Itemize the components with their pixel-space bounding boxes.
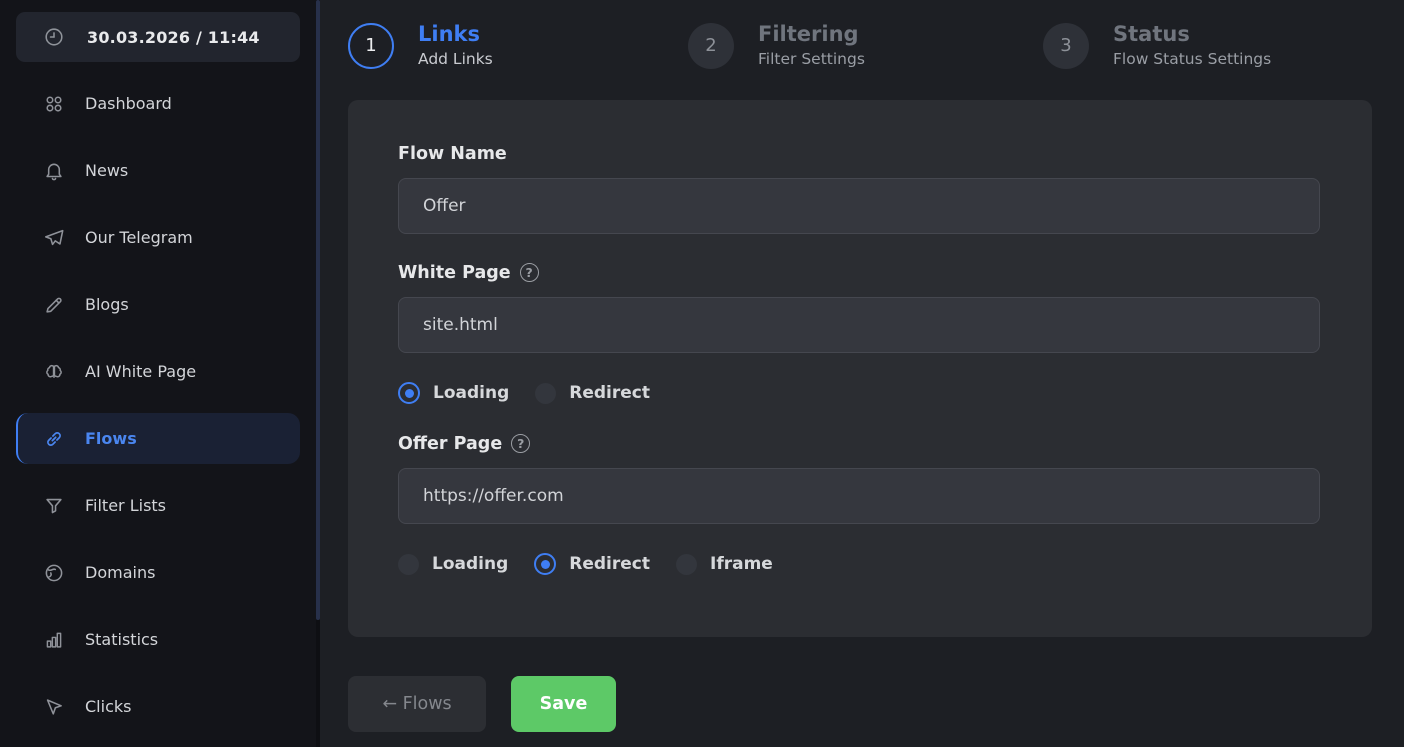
white-page-input[interactable]: [398, 297, 1320, 353]
white-page-mode-group: Loading Redirect: [398, 381, 1320, 405]
datetime-badge: 30.03.2026 / 11:44: [16, 12, 300, 62]
sidebar-item-news[interactable]: News: [16, 145, 300, 196]
radio-button[interactable]: [534, 553, 556, 575]
main-content: 1 Links Add Links 2 Filtering Filter Set…: [320, 0, 1404, 747]
radio-label: Loading: [433, 383, 509, 403]
clock-icon: [43, 26, 65, 48]
offer-page-mode-loading[interactable]: Loading: [398, 554, 508, 575]
step-title: Status: [1113, 22, 1271, 46]
sidebar-item-label: Flows: [85, 429, 137, 448]
radio-label: Iframe: [710, 554, 773, 574]
filter-lists-icon: [43, 495, 65, 517]
step-subtitle: Flow Status Settings: [1113, 49, 1271, 69]
step-title: Filtering: [758, 22, 865, 46]
telegram-icon: [43, 227, 65, 249]
statistics-icon: [43, 629, 65, 651]
radio-button[interactable]: [535, 383, 556, 404]
sidebar-item-label: AI White Page: [85, 362, 196, 381]
radio-dot: [541, 560, 550, 569]
sidebar-item-clicks[interactable]: Clicks: [16, 681, 300, 732]
sidebar: 30.03.2026 / 11:44 Dashboard News Our Te…: [0, 0, 320, 747]
offer-page-input[interactable]: [398, 468, 1320, 524]
sidebar-item-label: Statistics: [85, 630, 158, 649]
flow-name-label-text: Flow Name: [398, 144, 507, 164]
radio-label: Loading: [432, 554, 508, 574]
step-number-badge: 3: [1043, 23, 1089, 69]
step-title: Links: [418, 22, 493, 46]
sidebar-item-label: Blogs: [85, 295, 129, 314]
sidebar-item-statistics[interactable]: Statistics: [16, 614, 300, 665]
sidebar-item-dashboard[interactable]: Dashboard: [16, 78, 300, 129]
blogs-icon: [43, 294, 65, 316]
stepper-step-links[interactable]: 1 Links Add Links: [348, 22, 493, 69]
sidebar-item-label: News: [85, 161, 128, 180]
dashboard-icon: [43, 93, 65, 115]
flow-name-input[interactable]: [398, 178, 1320, 234]
white-page-label: White Page ?: [398, 262, 1320, 283]
sidebar-item-filter-lists[interactable]: Filter Lists: [16, 480, 300, 531]
radio-button[interactable]: [398, 554, 419, 575]
footer-actions: ← Flows Save: [348, 676, 616, 732]
radio-label: Redirect: [569, 554, 650, 574]
offer-page-mode-redirect[interactable]: Redirect: [534, 553, 650, 575]
save-button[interactable]: Save: [511, 676, 616, 732]
stepper-step-filtering[interactable]: 2 Filtering Filter Settings: [688, 22, 865, 69]
sidebar-item-label: Domains: [85, 563, 155, 582]
domains-icon: [43, 562, 65, 584]
step-subtitle: Filter Settings: [758, 49, 865, 69]
links-form-card: Flow Name White Page ? Loading Redirect: [348, 100, 1372, 637]
flow-name-label: Flow Name: [398, 143, 1320, 164]
stepper-step-status[interactable]: 3 Status Flow Status Settings: [1043, 22, 1271, 69]
datetime-text: 30.03.2026 / 11:44: [87, 28, 260, 47]
sidebar-item-label: Clicks: [85, 697, 131, 716]
offer-page-help-icon[interactable]: ?: [511, 434, 530, 453]
offer-page-label: Offer Page ?: [398, 433, 1320, 454]
news-icon: [43, 160, 65, 182]
sidebar-item-flows[interactable]: Flows: [16, 413, 300, 464]
step-subtitle: Add Links: [418, 49, 493, 69]
sidebar-item-blogs[interactable]: Blogs: [16, 279, 300, 330]
radio-dot: [405, 389, 414, 398]
app: 30.03.2026 / 11:44 Dashboard News Our Te…: [0, 0, 1404, 747]
offer-page-mode-group: Loading Redirect Iframe: [398, 552, 1320, 576]
sidebar-nav: Dashboard News Our Telegram Blogs: [0, 62, 320, 732]
ai-white-page-icon: [43, 361, 65, 383]
step-number-badge: 1: [348, 23, 394, 69]
flows-icon: [43, 428, 65, 450]
back-to-flows-button[interactable]: ← Flows: [348, 676, 486, 732]
offer-page-label-text: Offer Page: [398, 434, 502, 454]
radio-button[interactable]: [398, 382, 420, 404]
radio-label: Redirect: [569, 383, 650, 403]
sidebar-item-label: Our Telegram: [85, 228, 193, 247]
sidebar-item-domains[interactable]: Domains: [16, 547, 300, 598]
sidebar-item-ai-white-page[interactable]: AI White Page: [16, 346, 300, 397]
clicks-icon: [43, 696, 65, 718]
sidebar-item-label: Filter Lists: [85, 496, 166, 515]
white-page-help-icon[interactable]: ?: [520, 263, 539, 282]
step-number-badge: 2: [688, 23, 734, 69]
sidebar-item-our-telegram[interactable]: Our Telegram: [16, 212, 300, 263]
radio-button[interactable]: [676, 554, 697, 575]
white-page-label-text: White Page: [398, 263, 511, 283]
offer-page-mode-iframe[interactable]: Iframe: [676, 554, 773, 575]
white-page-mode-loading[interactable]: Loading: [398, 382, 509, 404]
white-page-mode-redirect[interactable]: Redirect: [535, 383, 650, 404]
sidebar-item-label: Dashboard: [85, 94, 172, 113]
